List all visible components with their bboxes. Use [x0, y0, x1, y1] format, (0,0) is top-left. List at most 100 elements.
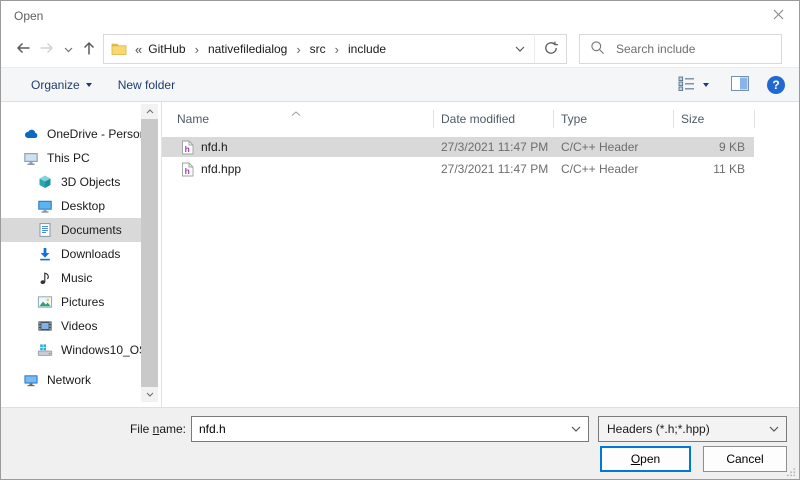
sidebar-item-label: Music: [61, 271, 92, 285]
sidebar-item-label: Desktop: [61, 199, 105, 213]
column-divider[interactable]: [754, 110, 755, 128]
navigation-pane: OneDrive - Person This PC: [1, 102, 162, 407]
file-size-cell: 9 KB: [673, 140, 754, 154]
sidebar-item-3d-objects[interactable]: 3D Objects: [1, 170, 141, 194]
search-input[interactable]: [614, 41, 775, 57]
column-divider[interactable]: [433, 110, 434, 128]
network-icon: [23, 372, 39, 388]
sidebar-item-network[interactable]: Network: [1, 368, 141, 392]
header-file-icon: h: [181, 140, 194, 155]
search-box[interactable]: [579, 34, 782, 64]
video-film-icon: [37, 318, 53, 334]
resize-grip-icon[interactable]: [786, 466, 796, 480]
back-icon: [14, 39, 32, 60]
file-name-cell: h nfd.hpp: [162, 162, 433, 177]
close-button[interactable]: [757, 1, 799, 29]
file-name-label-text: ame:: [159, 422, 186, 436]
view-controls: ?: [678, 75, 785, 94]
sidebar-item-pictures[interactable]: Pictures: [1, 290, 141, 314]
address-bar[interactable]: « GitHub › nativefiledialog › src › incl…: [103, 34, 535, 64]
sidebar-item-videos[interactable]: Videos: [1, 314, 141, 338]
triangle-down-icon: [703, 83, 709, 90]
breadcrumb-item[interactable]: GitHub: [146, 42, 187, 56]
close-icon: [773, 8, 784, 23]
document-icon: [37, 222, 53, 238]
recent-locations-button[interactable]: [59, 37, 77, 61]
forward-button[interactable]: [35, 37, 59, 61]
help-button[interactable]: ?: [767, 76, 785, 94]
main-area: OneDrive - Person This PC: [1, 102, 799, 407]
sidebar-item-onedrive[interactable]: OneDrive - Person: [1, 122, 141, 146]
onedrive-cloud-icon: [23, 126, 39, 142]
breadcrumb-separator: ›: [328, 42, 346, 57]
computer-monitor-icon: [23, 150, 39, 166]
sidebar-item-music[interactable]: Music: [1, 266, 141, 290]
sidebar-item-downloads[interactable]: Downloads: [1, 242, 141, 266]
filter-value: Headers (*.h;*.hpp): [607, 422, 710, 436]
scroll-down-button[interactable]: [141, 387, 158, 402]
refresh-button[interactable]: [534, 34, 567, 64]
file-date-cell: 27/3/2021 11:47 PM: [433, 162, 553, 176]
folder-icon: [111, 41, 127, 57]
sidebar-item-windows-drive[interactable]: Windows10_OS (: [1, 338, 141, 362]
address-dropdown-button[interactable]: [506, 35, 534, 63]
file-name-input[interactable]: [192, 421, 564, 437]
file-name-label-text: File: [130, 422, 153, 436]
command-toolbar: Organize New folder: [1, 67, 799, 102]
column-header-date-modified[interactable]: Date modified: [433, 112, 553, 126]
sidebar-item-documents[interactable]: Documents: [1, 218, 141, 242]
download-arrow-icon: [37, 246, 53, 262]
chevron-down-icon: [64, 42, 73, 56]
column-header-size[interactable]: Size: [673, 112, 754, 126]
sidebar-item-desktop[interactable]: Desktop: [1, 194, 141, 218]
change-view-button[interactable]: [678, 75, 709, 94]
cancel-button[interactable]: Cancel: [703, 446, 787, 472]
chevron-down-icon: [762, 426, 786, 432]
chevron-down-icon: [515, 46, 525, 52]
refresh-icon: [543, 40, 559, 59]
file-name: nfd.h: [201, 140, 228, 154]
column-header-name[interactable]: Name: [162, 112, 433, 126]
chevron-up-icon: [146, 109, 154, 114]
sidebar-item-label: Network: [47, 373, 91, 387]
file-name-label: File name:: [1, 422, 186, 436]
breadcrumb-item[interactable]: src: [308, 42, 328, 56]
column-divider[interactable]: [553, 110, 554, 128]
breadcrumb-item[interactable]: nativefiledialog: [206, 42, 289, 56]
file-row-nfd-hpp[interactable]: h nfd.hpp 27/3/2021 11:47 PM C/C++ Heade…: [162, 159, 754, 179]
column-header-type[interactable]: Type: [553, 112, 673, 126]
open-file-dialog: Open: [0, 0, 800, 480]
3d-cube-icon: [37, 174, 53, 190]
file-type-filter-dropdown[interactable]: Headers (*.h;*.hpp): [598, 416, 787, 442]
file-name-combobox[interactable]: [191, 416, 589, 442]
file-type-cell: C/C++ Header: [553, 140, 673, 154]
up-button[interactable]: [77, 37, 101, 61]
file-row-nfd-h[interactable]: h nfd.h 27/3/2021 11:47 PM C/C++ Header …: [162, 137, 754, 157]
breadcrumb-separator: ›: [289, 42, 307, 57]
scrollbar-thumb[interactable]: [141, 119, 158, 387]
new-folder-button[interactable]: New folder: [118, 78, 175, 92]
header-file-icon: h: [181, 162, 194, 177]
chevron-down-icon: [146, 392, 154, 397]
preview-pane-icon: [731, 76, 749, 94]
back-button[interactable]: [11, 37, 35, 61]
sidebar-item-label: Pictures: [61, 295, 104, 309]
sidebar-item-label: 3D Objects: [61, 175, 120, 189]
preview-pane-button[interactable]: [731, 76, 749, 94]
breadcrumb-separator: ›: [188, 42, 206, 57]
scroll-up-button[interactable]: [141, 104, 158, 119]
open-button[interactable]: Open: [600, 446, 691, 472]
sidebar-item-label: Windows10_OS (: [61, 343, 141, 357]
desktop-monitor-icon: [37, 198, 53, 214]
details-view-icon: [678, 75, 695, 94]
sidebar-item-this-pc[interactable]: This PC: [1, 146, 141, 170]
organize-button[interactable]: Organize: [31, 78, 92, 92]
breadcrumb-collapsed[interactable]: «: [127, 42, 146, 57]
sidebar-scrollbar[interactable]: [141, 104, 158, 402]
column-divider[interactable]: [673, 110, 674, 128]
chevron-down-icon[interactable]: [564, 426, 588, 432]
svg-text:h: h: [185, 166, 190, 176]
breadcrumb-item[interactable]: include: [346, 42, 388, 56]
hard-drive-windows-icon: [37, 342, 53, 358]
sidebar-item-label: Documents: [61, 223, 122, 237]
